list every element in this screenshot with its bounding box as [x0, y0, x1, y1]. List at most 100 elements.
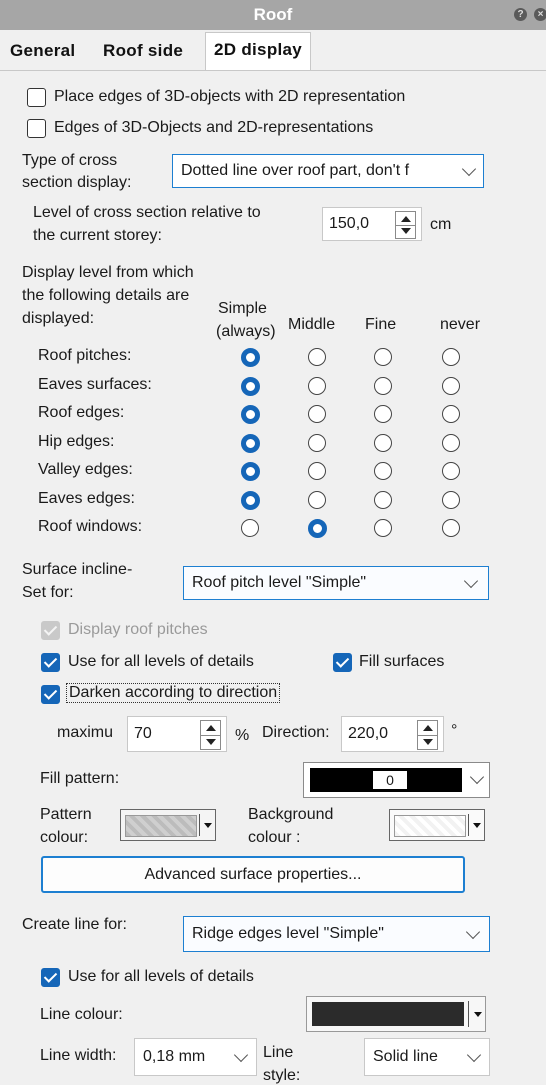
stepper-buttons[interactable] [417, 720, 438, 750]
line-style-label-line2: style: [263, 1067, 301, 1084]
window-title: Roof [253, 5, 293, 24]
radio-fine[interactable] [374, 405, 392, 423]
maximum-value: 70 [134, 725, 152, 742]
detail-intro-line3: displayed: [22, 310, 95, 327]
column-simple-line1: Simple [218, 300, 267, 317]
radio-middle[interactable] [308, 490, 326, 509]
line-width-select[interactable]: 0,18 mm [134, 1038, 257, 1076]
place-edges-label: Place edges of 3D-objects with 2D repres… [54, 88, 406, 105]
line-style-label-line1: Line [263, 1044, 294, 1061]
fill-pattern-swatch: 0 [310, 768, 462, 792]
display-roof-pitches-label: Display roof pitches [68, 621, 208, 638]
radio-fine[interactable] [374, 433, 392, 452]
detail-row-label: Roof pitches: [38, 347, 132, 364]
line-colour-swatch [312, 1002, 464, 1026]
radio-simple[interactable] [241, 376, 260, 396]
surface-incline-value: Roof pitch level "Simple" [192, 574, 367, 591]
radio-middle[interactable] [308, 433, 326, 452]
pattern-colour-label-line2: colour: [40, 829, 89, 846]
maximum-stepper[interactable]: 70 [127, 716, 227, 752]
stepper-buttons[interactable] [395, 211, 416, 239]
detail-row-label: Roof windows: [38, 518, 143, 535]
maximum-unit: % [235, 727, 250, 744]
cross-section-level-value: 150,0 [329, 215, 370, 232]
radio-never[interactable] [442, 433, 460, 452]
cross-section-type-select[interactable]: Dotted line over roof part, don't f [172, 154, 484, 188]
tab-strip: General Roof side 2D display [0, 32, 546, 70]
close-icon[interactable]: × [534, 8, 546, 21]
darken-direction-label: Darken according to direction [66, 683, 281, 703]
line-width-label: Line width: [40, 1047, 117, 1064]
column-middle: Middle [288, 316, 336, 333]
fill-pattern-select[interactable]: 0 [303, 762, 490, 798]
cross-section-type-value: Dotted line over roof part, don't f [181, 162, 410, 179]
background-colour-picker[interactable] [389, 809, 485, 841]
radio-never[interactable] [442, 405, 460, 423]
radio-middle[interactable] [308, 405, 326, 423]
edges-3d-2d-checkbox[interactable] [27, 119, 46, 138]
chevron-down-icon [466, 1047, 482, 1063]
chevron-down-icon [233, 1047, 249, 1063]
chevron-down-icon [465, 924, 481, 940]
surface-incline-select[interactable]: Roof pitch level "Simple" [183, 566, 489, 600]
cross-section-type-label-line2: section display: [22, 174, 132, 191]
chevron-down-icon [461, 161, 477, 177]
use-all-levels-line-checkbox[interactable] [41, 968, 60, 987]
direction-value: 220,0 [348, 725, 389, 742]
direction-label: Direction: [262, 724, 330, 741]
tab-general[interactable]: General [10, 34, 75, 68]
advanced-surface-properties-button[interactable]: Advanced surface properties... [41, 856, 465, 893]
detail-intro-line2: the following details are [22, 287, 190, 304]
create-line-select[interactable]: Ridge edges level "Simple" [183, 916, 490, 952]
radio-fine[interactable] [374, 519, 392, 537]
radio-fine[interactable] [374, 490, 392, 509]
radio-never[interactable] [442, 519, 460, 537]
radio-middle[interactable] [308, 376, 326, 395]
help-icon[interactable]: ? [514, 8, 527, 21]
window-title-bar[interactable]: Roof ? × [0, 0, 546, 30]
radio-middle[interactable] [308, 462, 326, 480]
column-simple-line2: (always) [216, 323, 276, 340]
radio-simple[interactable] [241, 348, 260, 367]
radio-simple[interactable] [241, 433, 260, 453]
radio-never[interactable] [442, 376, 460, 395]
chevron-down-icon [469, 769, 485, 785]
edges-3d-2d-label: Edges of 3D-Objects and 2D-representatio… [54, 119, 374, 136]
radio-simple[interactable] [241, 519, 259, 537]
cross-section-level-unit: cm [430, 216, 452, 233]
cross-section-level-label-line1: Level of cross section relative to [33, 204, 261, 221]
radio-middle[interactable] [308, 348, 326, 366]
fill-surfaces-checkbox[interactable] [333, 653, 352, 672]
radio-middle[interactable] [308, 519, 327, 538]
cross-section-level-label-line2: the current storey: [33, 227, 162, 244]
radio-never[interactable] [442, 462, 460, 480]
radio-simple[interactable] [241, 490, 260, 510]
detail-row-label: Valley edges: [38, 461, 133, 478]
pattern-colour-label-line1: Pattern [40, 806, 92, 823]
display-roof-pitches-checkbox[interactable] [41, 621, 60, 640]
direction-stepper[interactable]: 220,0 [341, 716, 444, 752]
cross-section-level-stepper[interactable]: 150,0 [322, 207, 422, 241]
line-colour-label: Line colour: [40, 1006, 123, 1023]
darken-direction-checkbox[interactable] [41, 685, 60, 704]
radio-never[interactable] [442, 348, 460, 366]
line-colour-picker[interactable] [306, 996, 486, 1032]
radio-fine[interactable] [374, 348, 392, 366]
surface-incline-label-line2: Set for: [22, 584, 74, 601]
use-all-levels-surface-checkbox[interactable] [41, 653, 60, 672]
fill-pattern-label: Fill pattern: [40, 770, 120, 787]
tab-2d-display[interactable]: 2D display [205, 32, 312, 70]
place-edges-checkbox[interactable] [27, 88, 46, 107]
tab-roof-side[interactable]: Roof side [103, 34, 183, 68]
detail-row-label: Hip edges: [38, 432, 115, 450]
radio-fine[interactable] [374, 376, 392, 395]
radio-simple[interactable] [241, 405, 260, 424]
pattern-colour-swatch [125, 815, 197, 837]
line-style-select[interactable]: Solid line [364, 1038, 490, 1076]
radio-simple[interactable] [241, 462, 260, 481]
stepper-buttons[interactable] [200, 720, 221, 750]
radio-never[interactable] [442, 490, 460, 509]
radio-fine[interactable] [374, 462, 392, 480]
detail-row-label: Eaves edges: [38, 489, 135, 507]
pattern-colour-picker[interactable] [120, 809, 216, 841]
